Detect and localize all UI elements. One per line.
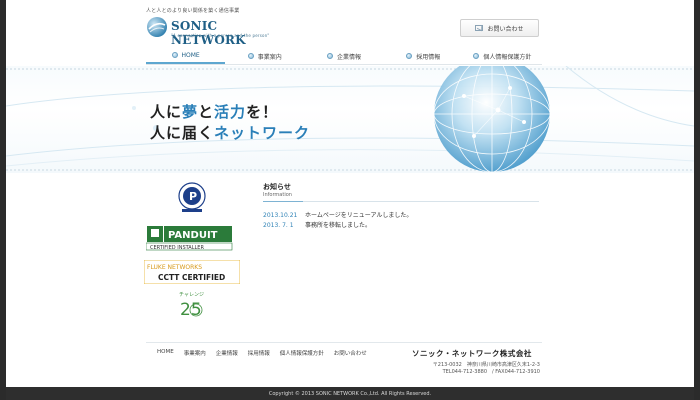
frame-right (694, 0, 700, 400)
footer-link-home[interactable]: HOME (157, 349, 174, 357)
footer-link-recruit[interactable]: 採用情報 (248, 349, 270, 357)
hero-highlight: ネットワーク (214, 124, 311, 142)
privacy-mark-badge[interactable]: P (176, 181, 208, 213)
panduit-badge[interactable]: PANDUIT CERTIFIED INSTALLER (146, 225, 236, 251)
copyright-bar: Copyright © 2013 SONIC NETWORK Co.,Ltd. … (6, 387, 694, 400)
panduit-name: PANDUIT (168, 230, 218, 241)
hero-headline-1: 人に夢と活力を！ (150, 101, 278, 122)
panduit-subtitle: CERTIFIED INSTALLER (150, 245, 204, 251)
footer-address: 〒213-0032 神奈川県川崎市高津区久末1-2-3 TEL044-712-3… (430, 362, 540, 376)
challenge-25-badge[interactable]: チャレンジ 25 (176, 290, 206, 320)
nav-item-label: 個人情報保護方針 (483, 53, 532, 61)
site-tagline: 人と人とのより良い関係を築く通信事業 (146, 8, 240, 14)
fluke-top: FLUKE NETWORKS (147, 264, 202, 271)
main-nav: HOME 事業案内 企業情報 採用情報 個人情報保護方針 (146, 48, 542, 65)
footer-link-business[interactable]: 事業案内 (184, 349, 206, 357)
news-text: 事務所を移転しました。 (305, 222, 372, 229)
globe-network-image (433, 66, 551, 173)
news-title: お知らせ (263, 183, 291, 191)
challenge-label: チャレンジ (179, 292, 204, 298)
nav-item-business[interactable]: 事業案内 (225, 48, 304, 64)
news-subtitle: Information (263, 192, 292, 198)
nav-item-label: 採用情報 (416, 53, 441, 61)
hero-text: 人に (150, 103, 183, 121)
contact-button-label: お問い合わせ (487, 25, 524, 33)
nav-bullet-icon (327, 53, 333, 59)
footer-company-name: ソニック・ネットワーク株式会社 (412, 349, 532, 358)
fluke-bottom: CCTT CERTIFIED (158, 273, 225, 282)
hero-headline-2: 人に届くネットワーク (150, 122, 310, 143)
logo-subtitle: "A connection with a person and the pers… (171, 33, 270, 38)
news-divider-accent (263, 201, 303, 202)
hero-highlight: 活力 (214, 103, 247, 121)
footer-link-company[interactable]: 企業情報 (216, 349, 238, 357)
nav-bullet-icon (406, 53, 413, 59)
footer-link-contact[interactable]: お問い合わせ (334, 349, 367, 357)
news-text: ホームページをリニューアルしました。 (305, 212, 413, 219)
copyright-text: Copyright © 2013 SONIC NETWORK Co.,Ltd. … (268, 390, 432, 397)
hero-banner: 人に夢と活力を！ 人に届くネットワーク (6, 66, 694, 173)
hero-highlight: 夢 (182, 103, 199, 121)
news-item[interactable]: 2013.10.21 ホームページをリニューアルしました。 (263, 211, 539, 221)
news-date: 2013. 7. 1 (263, 222, 294, 229)
contact-button[interactable]: お問い合わせ (460, 19, 539, 37)
hero-text: を！ (246, 103, 279, 121)
footer-phone-line: TEL044-712-3880 / FAX044-712-3910 (442, 369, 540, 375)
challenge-number: 25 (180, 300, 202, 320)
nav-item-company[interactable]: 企業情報 (304, 48, 383, 64)
fluke-cctt-badge[interactable]: FLUKE NETWORKS CCTT CERTIFIED (144, 260, 240, 284)
footer-divider (146, 342, 542, 343)
footer-nav: HOME 事業案内 企業情報 採用情報 個人情報保護方針 お問い合わせ (157, 349, 367, 357)
envelope-icon (475, 25, 484, 31)
footer-address-line: 〒213-0032 神奈川県川崎市高津区久末1-2-3 (432, 362, 540, 368)
news-date: 2013.10.21 (263, 212, 298, 219)
news-item[interactable]: 2013. 7. 1 事務所を移転しました。 (263, 221, 539, 231)
nav-bullet-icon (171, 52, 178, 58)
nav-item-privacy[interactable]: 個人情報保護方針 (463, 48, 542, 64)
frame-left (0, 0, 6, 400)
news-divider (263, 201, 539, 202)
logo-globe-icon (147, 17, 167, 37)
nav-bullet-icon (473, 53, 480, 59)
nav-item-home[interactable]: HOME (146, 48, 226, 64)
svg-text:P: P (189, 190, 197, 203)
site-logo[interactable]: SONIC NETWORK "A connection with a perso… (146, 16, 276, 47)
nav-bullet-icon (247, 53, 254, 59)
hero-text: と (198, 103, 215, 121)
nav-item-recruit[interactable]: 採用情報 (384, 48, 463, 64)
nav-item-label: HOME (181, 51, 200, 59)
nav-item-label: 事業案内 (257, 53, 282, 61)
hero-swoosh-lines (6, 66, 694, 167)
footer-link-privacy[interactable]: 個人情報保護方針 (280, 349, 324, 357)
news-list: 2013.10.21 ホームページをリニューアルしました。 2013. 7. 1… (263, 211, 539, 231)
nav-item-label: 企業情報 (337, 53, 362, 61)
hero-text: 人に届く (150, 124, 215, 142)
